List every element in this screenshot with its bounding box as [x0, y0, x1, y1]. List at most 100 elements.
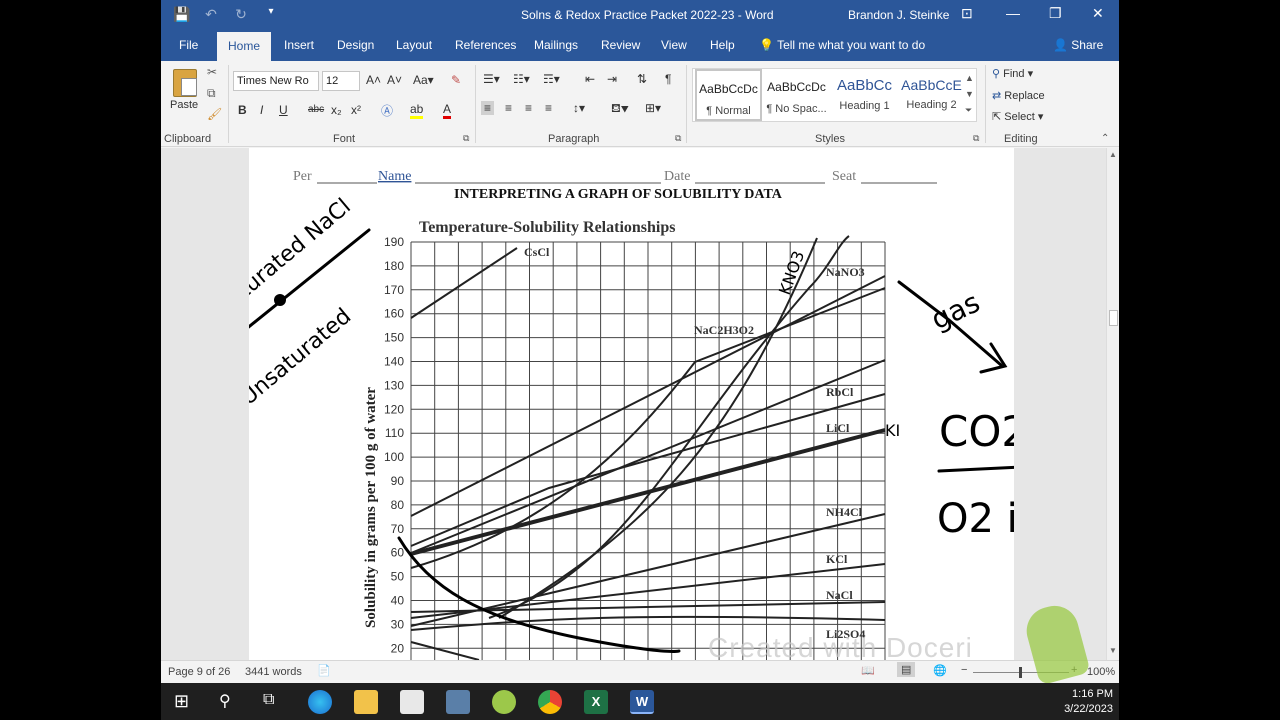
- share-button[interactable]: 👤 Share: [1053, 38, 1103, 52]
- tab-design[interactable]: Design: [337, 38, 374, 52]
- styles-dialog-launcher-icon[interactable]: ⧉: [973, 133, 979, 144]
- redo-icon[interactable]: ↻: [233, 6, 249, 23]
- word-icon[interactable]: W: [630, 690, 654, 714]
- multilevel-list-icon[interactable]: ☶▾: [543, 72, 560, 86]
- styles-more-icon[interactable]: ⏷: [965, 105, 972, 116]
- style-normal[interactable]: AaBbCcDc ¶ Normal: [695, 69, 762, 121]
- paragraph-dialog-launcher-icon[interactable]: ⧉: [675, 133, 681, 144]
- store-icon[interactable]: [400, 690, 424, 714]
- file-explorer-icon[interactable]: [354, 690, 378, 714]
- underline-icon[interactable]: U: [279, 103, 288, 117]
- grow-font-icon[interactable]: A˄: [366, 73, 381, 87]
- copy-icon[interactable]: ⧉: [207, 86, 216, 101]
- align-right-icon[interactable]: ≡: [525, 101, 532, 115]
- restore-icon[interactable]: ❐: [1049, 5, 1062, 22]
- tab-help[interactable]: Help: [710, 38, 735, 52]
- edge-icon[interactable]: [308, 690, 332, 714]
- style-no-spacing[interactable]: AaBbCcDc ¶ No Spac...: [763, 69, 830, 121]
- windows-start-icon[interactable]: ⊞: [174, 691, 189, 712]
- tab-references[interactable]: References: [455, 38, 516, 52]
- clear-formatting-icon[interactable]: ✎: [451, 73, 461, 87]
- paste-icon[interactable]: [173, 69, 197, 97]
- style-preview: AaBbCcDc: [699, 82, 758, 96]
- style-name: ¶ No Spac...: [766, 103, 827, 115]
- decrease-indent-icon[interactable]: ⇤: [585, 72, 595, 86]
- shrink-font-icon[interactable]: A˅: [387, 73, 402, 87]
- doceri-app-icon[interactable]: [492, 690, 516, 714]
- vertical-scrollbar[interactable]: ▲ ▼: [1106, 148, 1119, 660]
- close-icon[interactable]: ✕: [1092, 5, 1104, 22]
- tab-home[interactable]: Home: [217, 32, 272, 61]
- superscript-icon[interactable]: x²: [351, 103, 361, 117]
- proofing-icon[interactable]: 📄: [317, 664, 331, 677]
- replace-label: Replace: [1004, 90, 1045, 102]
- format-painter-icon[interactable]: 🖌: [207, 107, 222, 121]
- read-mode-icon[interactable]: 📖: [861, 664, 875, 677]
- font-name-box[interactable]: Times New Ro: [233, 71, 319, 91]
- zoom-slider-thumb[interactable]: [1019, 667, 1022, 678]
- increase-indent-icon[interactable]: ⇥: [607, 72, 617, 86]
- italic-icon[interactable]: I: [260, 103, 263, 117]
- tab-mailings[interactable]: Mailings: [534, 38, 578, 52]
- styles-scroll-down-icon[interactable]: ▼: [965, 89, 974, 99]
- align-left-icon[interactable]: ≡: [481, 101, 495, 115]
- select-button[interactable]: ⇱ Select ▾: [992, 110, 1043, 123]
- line-spacing-icon[interactable]: ↕▾: [573, 101, 585, 115]
- tab-view[interactable]: View: [661, 38, 687, 52]
- justify-icon[interactable]: ≡: [545, 101, 552, 115]
- numbering-icon[interactable]: ☷▾: [513, 72, 530, 86]
- zoom-level[interactable]: 100%: [1087, 666, 1115, 678]
- undo-icon[interactable]: ↶: [203, 6, 219, 23]
- cut-icon[interactable]: ✂: [207, 65, 217, 79]
- zoom-out-icon[interactable]: −: [961, 664, 967, 676]
- page-count[interactable]: Page 9 of 26: [168, 666, 230, 678]
- collapse-ribbon-icon[interactable]: ⌃: [1101, 133, 1109, 144]
- font-color-icon[interactable]: A: [443, 102, 452, 119]
- scroll-down-icon[interactable]: ▼: [1109, 646, 1117, 655]
- system-clock[interactable]: 1:16 PM 3/22/2023: [1064, 687, 1113, 717]
- web-layout-icon[interactable]: 🌐: [933, 664, 947, 677]
- chrome-icon[interactable]: [538, 690, 562, 714]
- replace-button[interactable]: ⇄ Replace: [992, 89, 1045, 102]
- shading-icon[interactable]: ⛾▾: [611, 101, 629, 117]
- document-page[interactable]: Per Name Date Seat INTERPRETING A GRAPH …: [212, 148, 1119, 660]
- font-dialog-launcher-icon[interactable]: ⧉: [463, 133, 469, 144]
- scroll-thumb[interactable]: [1109, 310, 1118, 326]
- excel-icon[interactable]: X: [584, 690, 608, 714]
- user-name[interactable]: Brandon J. Steinke: [848, 8, 949, 22]
- strikethrough-icon[interactable]: abc: [308, 104, 324, 115]
- borders-icon[interactable]: ⊞▾: [645, 101, 661, 115]
- style-heading-2[interactable]: AaBbCcE Heading 2: [898, 69, 965, 121]
- tab-insert[interactable]: Insert: [284, 38, 314, 52]
- tab-layout[interactable]: Layout: [396, 38, 432, 52]
- bullets-icon[interactable]: ☰▾: [483, 72, 500, 86]
- minimize-icon[interactable]: —: [1006, 5, 1020, 21]
- word-count[interactable]: 3441 words: [245, 666, 302, 678]
- find-button[interactable]: ⚲ Find ▾: [992, 67, 1033, 80]
- sort-icon[interactable]: ⇅: [637, 72, 647, 86]
- styles-scroll-up-icon[interactable]: ▲: [965, 73, 974, 83]
- divider: [686, 65, 687, 143]
- ribbon-display-icon[interactable]: ⊡: [961, 5, 973, 22]
- customize-qat-icon[interactable]: ▾: [263, 6, 279, 23]
- highlight-icon[interactable]: ab: [410, 102, 424, 119]
- tab-file[interactable]: File: [179, 38, 198, 52]
- change-case-icon[interactable]: Aa▾: [413, 73, 434, 87]
- bold-icon[interactable]: B: [238, 103, 247, 117]
- scroll-up-icon[interactable]: ▲: [1109, 150, 1117, 159]
- tell-me-search[interactable]: 💡 Tell me what you want to do: [759, 38, 925, 52]
- tab-review[interactable]: Review: [601, 38, 640, 52]
- ink-gas-text: gas: [926, 286, 985, 337]
- task-view-icon[interactable]: ⧉: [263, 691, 274, 709]
- print-layout-icon[interactable]: ▤: [897, 662, 916, 677]
- font-size-box[interactable]: 12: [322, 71, 360, 91]
- show-marks-icon[interactable]: ¶: [665, 72, 671, 86]
- save-icon[interactable]: 💾: [173, 6, 190, 23]
- text-effects-icon[interactable]: Ⓐ: [381, 102, 393, 119]
- style-heading-1[interactable]: AaBbCc Heading 1: [831, 69, 898, 121]
- search-icon[interactable]: ⚲: [219, 691, 231, 711]
- align-center-icon[interactable]: ≡: [505, 101, 512, 115]
- camera-icon[interactable]: [446, 690, 470, 714]
- subscript-icon[interactable]: x₂: [331, 103, 342, 117]
- paste-button[interactable]: Paste: [170, 99, 198, 111]
